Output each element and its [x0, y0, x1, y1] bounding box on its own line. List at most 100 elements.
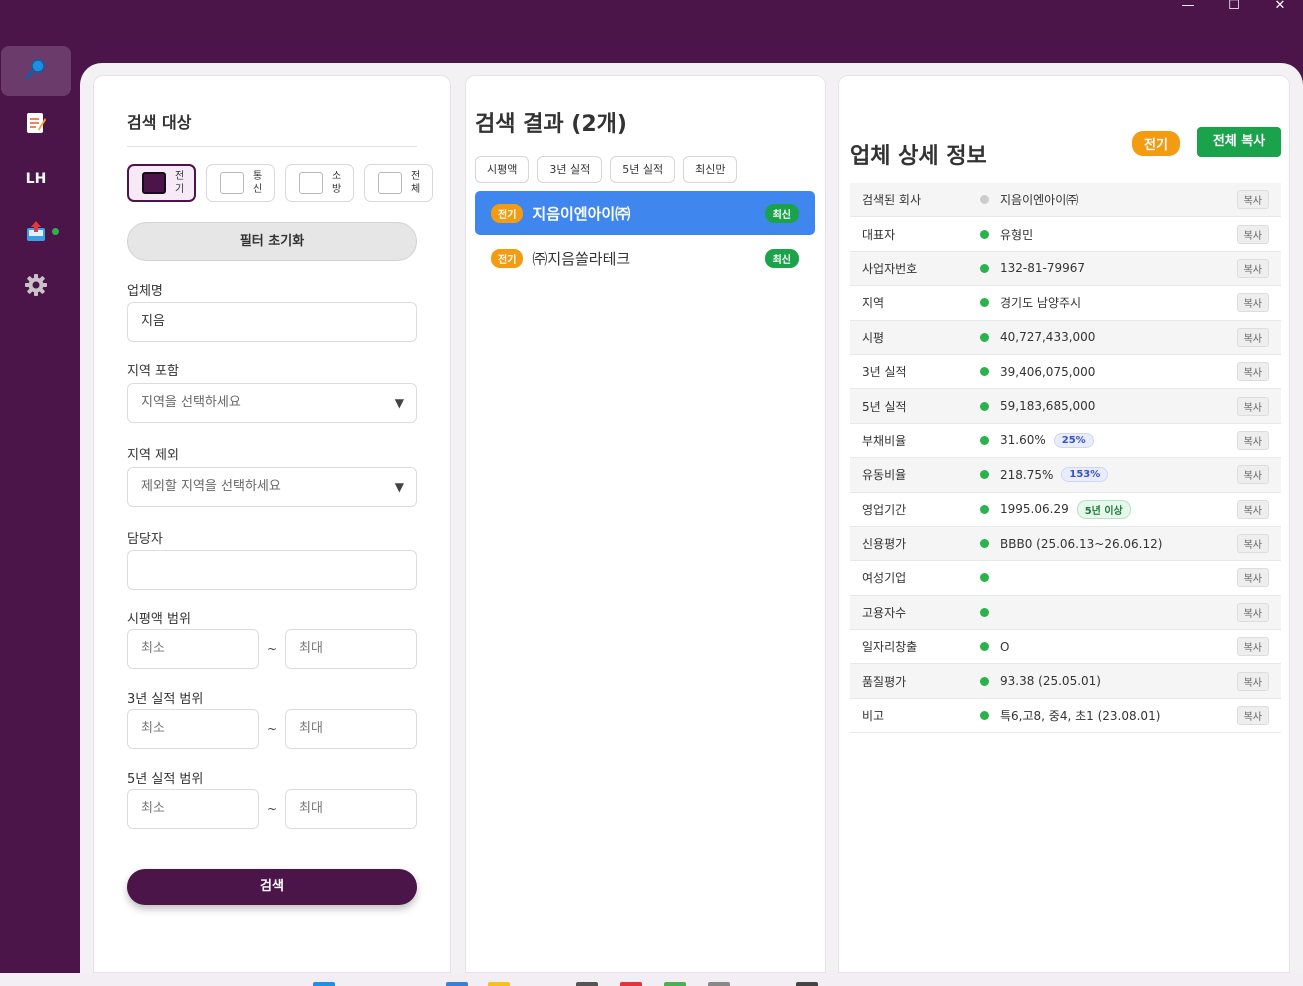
taskbar-app-icon[interactable]: [664, 982, 686, 986]
copy-button[interactable]: 복사: [1236, 362, 1269, 382]
result-item[interactable]: 전기 ㈜지음쏠라테크 최신: [475, 236, 815, 280]
category-checkbox-fire[interactable]: 소방: [285, 164, 354, 202]
close-button[interactable]: ✕: [1257, 0, 1303, 16]
taskbar-app-icon[interactable]: [620, 982, 642, 986]
status-dot: [980, 539, 989, 549]
sidebar-item-notes[interactable]: [1, 100, 71, 150]
filter-panel: 검색 대상 전기 통신 소방 전체 필터 초기화 업체명 지음 지역 포함 지역…: [93, 75, 451, 973]
maximize-button[interactable]: ☐: [1211, 0, 1257, 16]
sidebar-item-upload[interactable]: [1, 208, 71, 258]
detail-key: 영업기간: [862, 502, 907, 517]
detail-value: 59,183,685,000: [1000, 399, 1096, 414]
detail-value: BBB0 (25.06.13~26.06.12): [1000, 536, 1163, 551]
filter-title: 검색 대상: [127, 113, 192, 132]
detail-row: 여성기업 복사: [850, 561, 1281, 596]
checkbox-label: 소방: [332, 171, 342, 195]
sidebar-item-lh-label: LH: [25, 171, 47, 187]
category-badge: 전기: [491, 203, 524, 223]
perf5-max-input[interactable]: 최대: [285, 789, 417, 829]
taskbar-app-icon[interactable]: [313, 982, 335, 986]
perf5-range-label: 5년 실적 범위: [127, 772, 204, 787]
copy-button[interactable]: 복사: [1236, 224, 1269, 244]
detail-key: 비고: [862, 709, 885, 724]
category-checkbox-telecom[interactable]: 통신: [206, 164, 275, 202]
status-dot: [980, 195, 989, 205]
perf5-min-input[interactable]: 최소: [127, 789, 259, 829]
checkbox-label: 전기: [175, 171, 185, 195]
region-exclude-select[interactable]: 제외할 지역을 선택하세요 ▼: [127, 467, 417, 507]
region-include-placeholder: 지역을 선택하세요: [141, 395, 241, 410]
copy-button[interactable]: 복사: [1236, 293, 1269, 313]
sort-perf3-button[interactable]: 3년 실적: [537, 156, 603, 183]
sidebar-item-lh[interactable]: LH: [1, 154, 71, 204]
status-dot: [980, 401, 989, 411]
detail-key: 품질평가: [862, 674, 907, 689]
manager-input[interactable]: [127, 550, 417, 590]
main-area: 검색 대상 전기 통신 소방 전체 필터 초기화 업체명 지음 지역 포함 지역…: [80, 63, 1303, 973]
detail-row: 사업자번호 132-81-79967 복사: [850, 251, 1281, 287]
copy-all-button[interactable]: 전체 복사: [1197, 127, 1281, 157]
range-separator: ~: [267, 722, 278, 736]
detail-row: 영업기간 1995.06.29 5년 이상 복사: [850, 493, 1281, 527]
taskbar-app-icon[interactable]: [488, 982, 510, 986]
notes-icon: [25, 111, 47, 139]
detail-key: 여성기업: [862, 571, 907, 586]
copy-button[interactable]: 복사: [1236, 671, 1269, 691]
status-dot: [980, 332, 989, 342]
category-badge: 전기: [1132, 131, 1180, 156]
company-input[interactable]: 지음: [127, 302, 417, 342]
taskbar-app-icon[interactable]: [708, 982, 730, 986]
market-cap-max-input[interactable]: 최대: [285, 629, 417, 669]
sidebar-item-search[interactable]: [1, 46, 71, 96]
copy-button[interactable]: 복사: [1236, 602, 1269, 622]
detail-key: 지역: [862, 296, 885, 311]
perf3-max-input[interactable]: 최대: [285, 709, 417, 749]
latest-only-button[interactable]: 최신만: [683, 156, 738, 183]
sidebar-item-settings[interactable]: [1, 262, 71, 312]
detail-row: 지역 경기도 남양주시 복사: [850, 286, 1281, 321]
minimize-button[interactable]: —: [1165, 0, 1211, 16]
market-cap-min-input[interactable]: 최소: [127, 629, 259, 669]
taskbar-app-icon[interactable]: [446, 982, 468, 986]
perf3-min-input[interactable]: 최소: [127, 709, 259, 749]
chevron-down-icon: ▼: [394, 396, 404, 410]
checkbox-box: [378, 172, 402, 194]
search-button[interactable]: 검색: [127, 869, 417, 905]
copy-button[interactable]: 복사: [1236, 499, 1269, 519]
detail-row: 대표자 유형민 복사: [850, 217, 1281, 252]
status-dot: [980, 263, 989, 273]
copy-button[interactable]: 복사: [1236, 706, 1269, 726]
detail-value: 1995.06.29: [1000, 502, 1069, 517]
copy-button[interactable]: 복사: [1236, 258, 1269, 278]
detail-key: 부채비율: [862, 433, 907, 448]
sort-market-cap-button[interactable]: 시평액: [475, 156, 530, 183]
category-checkbox-electric[interactable]: 전기: [127, 164, 196, 202]
copy-button[interactable]: 복사: [1236, 327, 1269, 347]
copy-button[interactable]: 복사: [1236, 534, 1269, 554]
detail-value: 경기도 남양주시: [1000, 296, 1082, 311]
sort-buttons: 시평액 3년 실적 5년 실적 최신만: [475, 156, 738, 183]
detail-key: 고용자수: [862, 605, 907, 620]
copy-button[interactable]: 복사: [1236, 190, 1269, 210]
copy-button[interactable]: 복사: [1236, 568, 1269, 588]
sort-perf5-button[interactable]: 5년 실적: [610, 156, 676, 183]
copy-button[interactable]: 복사: [1236, 430, 1269, 450]
copy-button[interactable]: 복사: [1236, 465, 1269, 485]
taskbar-app-icon[interactable]: [796, 982, 818, 986]
result-company-name: ㈜지음쏠라테크: [532, 249, 631, 268]
taskbar-app-icon[interactable]: [576, 982, 598, 986]
result-item[interactable]: 전기 지음이엔아이㈜ 최신: [475, 191, 815, 235]
detail-row: 신용평가 BBB0 (25.06.13~26.06.12) 복사: [850, 526, 1281, 562]
region-include-select[interactable]: 지역을 선택하세요 ▼: [127, 383, 417, 423]
detail-row: 검색된 회사 지음이엔아이㈜ 복사: [850, 183, 1281, 218]
detail-title: 업체 상세 정보: [850, 144, 987, 169]
reset-filter-button[interactable]: 필터 초기화: [127, 222, 417, 261]
detail-value: 218.75%: [1000, 467, 1054, 482]
detail-key: 5년 실적: [862, 399, 907, 414]
copy-button[interactable]: 복사: [1236, 396, 1269, 416]
detail-value: O: [1000, 639, 1010, 654]
detail-key: 3년 실적: [862, 365, 907, 380]
copy-button[interactable]: 복사: [1236, 637, 1269, 657]
category-checkbox-all[interactable]: 전체: [364, 164, 433, 202]
window-controls: — ☐ ✕: [1165, 0, 1303, 16]
